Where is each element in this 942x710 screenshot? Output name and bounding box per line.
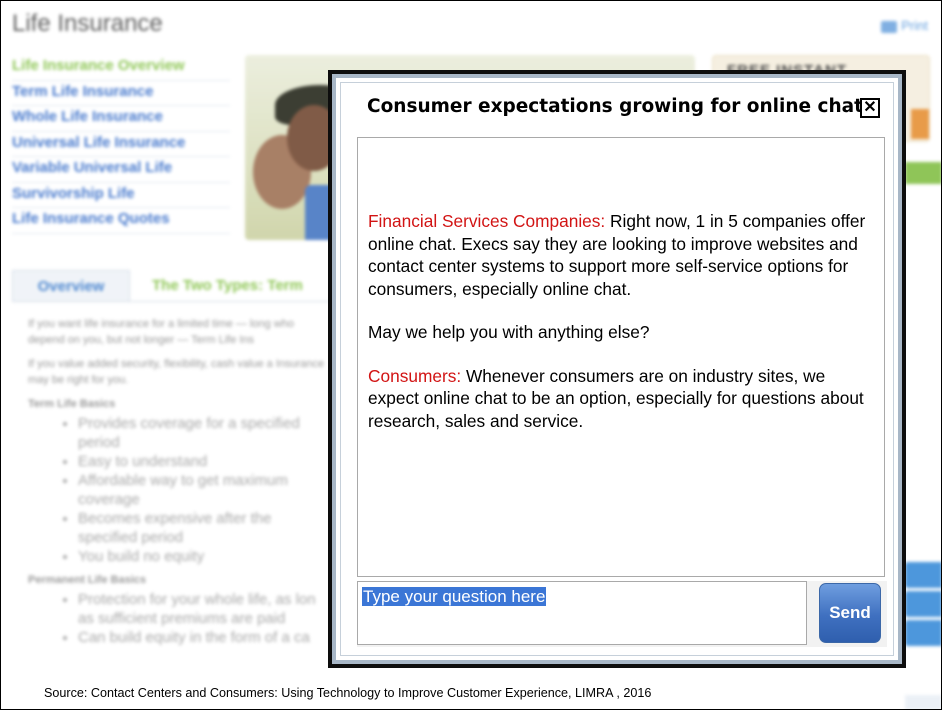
print-link[interactable]: Print (881, 18, 928, 33)
content-tabs: Overview The Two Types: Term (12, 270, 342, 302)
tab-overview[interactable]: Overview (12, 270, 130, 302)
printer-icon (881, 20, 898, 33)
sidebar-item-whole-life[interactable]: Whole Life Insurance (12, 106, 230, 132)
list-item: Becomes expensive after the specified pe… (78, 509, 328, 547)
message-speaker: Consumers: (368, 365, 462, 386)
chat-message: Financial Services Companies: Right now,… (368, 210, 872, 300)
sidebar-item-universal-life[interactable]: Universal Life Insurance (12, 132, 230, 157)
selected-input-text: Type your question here (362, 587, 547, 606)
tab-divider (12, 301, 332, 302)
tab-two-types[interactable]: The Two Types: Term (152, 270, 342, 302)
page-title: Life Insurance (12, 10, 163, 37)
chat-title: Consumer expectations growing for online… (367, 96, 863, 117)
content-body: If you want life insurance for a limited… (28, 316, 328, 653)
sidebar-item-variable-universal[interactable]: Variable Universal Life (12, 157, 230, 183)
permanent-basics-list: Protection for your whole life, as lon a… (28, 590, 328, 647)
chat-message: Consumers: Whenever consumers are on ind… (368, 365, 872, 433)
term-basics-heading: Term Life Basics (28, 398, 116, 410)
green-button-edge[interactable] (905, 162, 942, 184)
sidebar-nav: Life Insurance Overview Term Life Insura… (12, 55, 230, 234)
source-citation: Source: Contact Centers and Consumers: U… (44, 686, 652, 700)
sidebar-item-survivorship[interactable]: Survivorship Life (12, 183, 230, 208)
message-speaker: Financial Services Companies: (368, 211, 606, 231)
sidebar-item-overview[interactable]: Life Insurance Overview (12, 55, 230, 81)
message-text: May we help you with anything else? (368, 322, 650, 342)
sidebar-item-term-life[interactable]: Term Life Insurance (12, 81, 230, 106)
close-icon: ✕ (863, 99, 877, 116)
print-label: Print (901, 18, 928, 33)
blue-button-3[interactable] (905, 620, 942, 646)
right-fragment (905, 695, 942, 710)
chat-input-row: Type your question here Send (357, 581, 887, 647)
body-paragraph: If you value added security, flexibility… (28, 358, 325, 386)
permanent-basics-heading: Permanent Life Basics (28, 574, 146, 586)
body-paragraph: If you want life insurance for a limited… (28, 318, 294, 346)
chat-message: May we help you with anything else? (368, 321, 872, 344)
chat-window: Consumer expectations growing for online… (328, 70, 906, 668)
chat-panel: Consumer expectations growing for online… (340, 82, 894, 656)
send-button[interactable]: Send (819, 583, 881, 643)
close-button[interactable]: ✕ (860, 98, 880, 118)
chat-messages: Financial Services Companies: Right now,… (357, 137, 885, 577)
blue-button-2[interactable] (905, 591, 942, 617)
promo-accent (911, 109, 929, 139)
list-item: Easy to understand (78, 452, 328, 471)
list-item: Provides coverage for a specified period (78, 414, 328, 452)
question-input[interactable]: Type your question here (357, 581, 807, 645)
list-item: Protection for your whole life, as lon a… (78, 590, 328, 628)
list-item: You build no equity (78, 547, 328, 566)
list-item: Affordable way to get maximum coverage (78, 471, 328, 509)
blue-button-stack (905, 562, 942, 649)
blue-button-1[interactable] (905, 562, 942, 588)
sidebar-item-quotes[interactable]: Life Insurance Quotes (12, 208, 230, 234)
term-basics-list: Provides coverage for a specified period… (28, 414, 328, 566)
list-item: Can build equity in the form of a ca (78, 628, 328, 647)
